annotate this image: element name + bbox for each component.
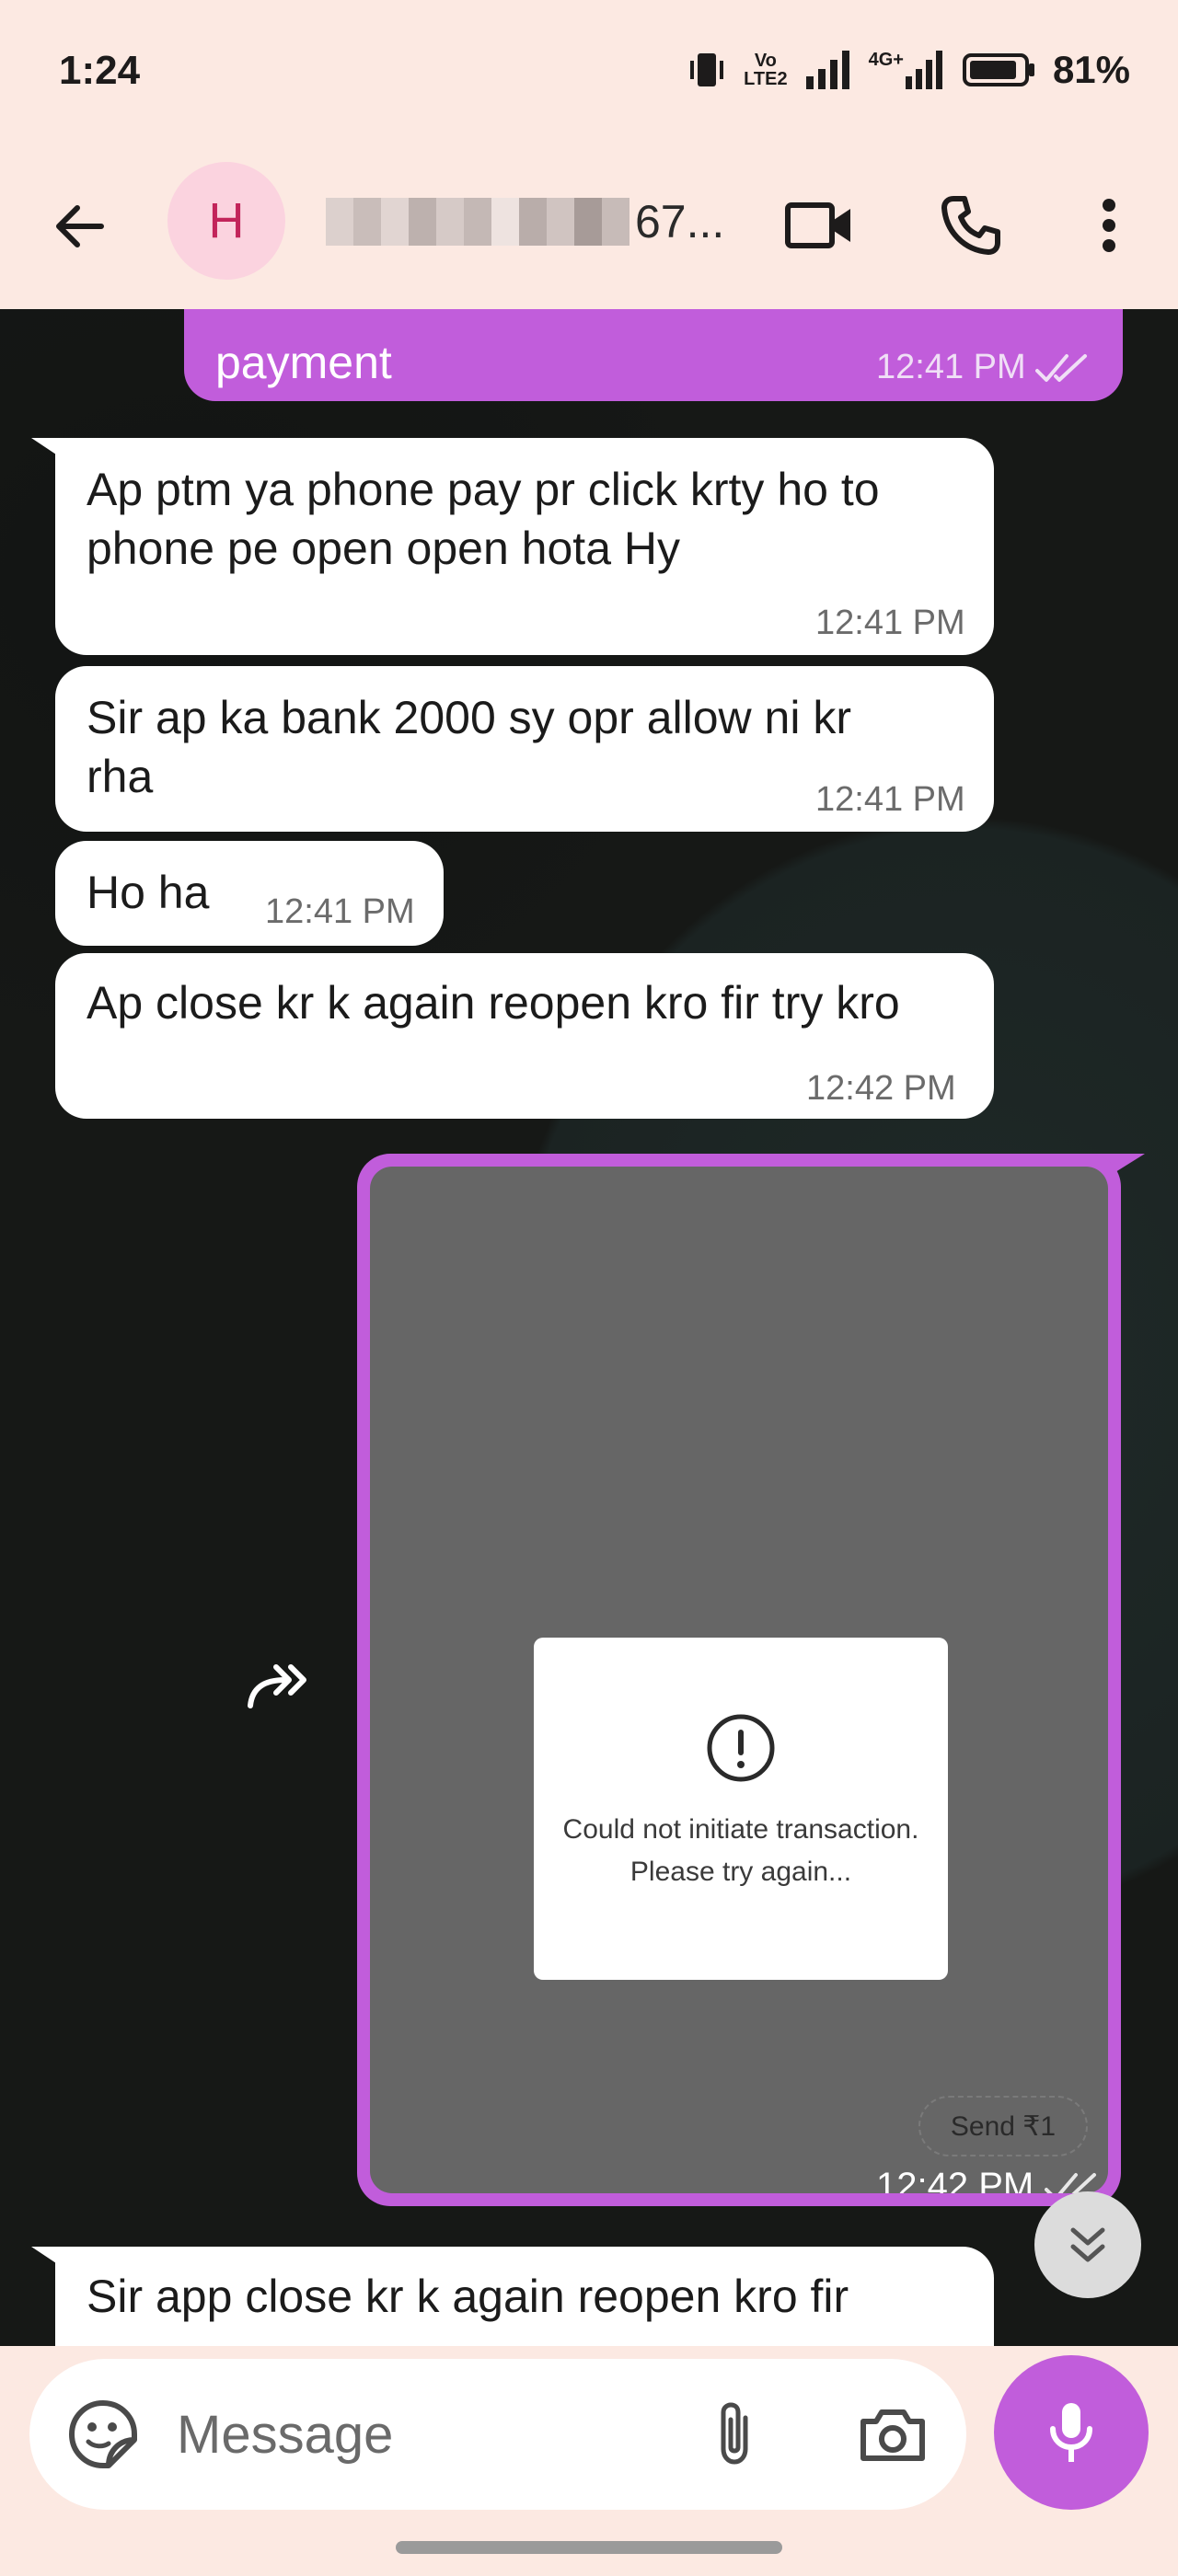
message-time: 12:42 PM: [876, 2166, 1098, 2193]
message-bubble-incoming[interactable]: Sir app close kr k again reopen kro fir: [55, 2247, 994, 2346]
paperclip-icon: [721, 2402, 748, 2465]
message-time: 12:42 PM: [806, 1069, 956, 1108]
sticker-icon: [69, 2400, 137, 2468]
battery-percent: 81%: [1052, 48, 1130, 91]
message-text: Sir ap ka bank 2000 sy opr allow ni kr r…: [87, 692, 851, 802]
network-type-label: 4G+: [868, 50, 904, 70]
voice-record-button[interactable]: [994, 2355, 1149, 2510]
more-vert-icon: [1103, 199, 1115, 252]
message-bubble-outgoing[interactable]: payment 12:41 PM: [184, 309, 1123, 401]
message-time-label: 12:42 PM: [876, 2166, 1034, 2193]
status-time: 1:24: [59, 48, 141, 93]
message-input[interactable]: [177, 2396, 692, 2473]
message-text: Sir app close kr k again reopen kro fir: [87, 2271, 849, 2322]
message-text: Ap ptm ya phone pay pr click krty ho to …: [87, 464, 880, 574]
arrow-back-icon: [56, 205, 104, 247]
message-text: payment: [215, 337, 392, 388]
read-receipt-icon: [1034, 353, 1087, 382]
camera-icon: [860, 2409, 925, 2461]
contact-avatar[interactable]: H: [167, 162, 285, 280]
message-text: Ho ha: [87, 867, 210, 918]
avatar-letter: H: [208, 193, 245, 248]
camera-button[interactable]: [849, 2394, 937, 2475]
more-options-button[interactable]: [1068, 184, 1150, 267]
scroll-to-bottom-button[interactable]: [1034, 2191, 1141, 2298]
volte-top-label: Vo: [754, 51, 777, 71]
image-message[interactable]: Could not initiate transaction. Please t…: [357, 1154, 1121, 2206]
message-text: Ap close kr k again reopen kro fir try k…: [87, 977, 900, 1029]
forward-button[interactable]: [241, 1647, 318, 1724]
message-time: 12:41 PM: [815, 604, 965, 642]
video-camera-icon: [785, 202, 850, 248]
message-list[interactable]: payment 12:41 PM Ap ptm ya phone pay pr …: [0, 309, 1178, 2346]
redacted-name-blur: [326, 198, 629, 246]
message-time-label: 12:41 PM: [876, 348, 1026, 386]
network-indicator: 4G+: [869, 51, 946, 89]
back-button[interactable]: [40, 188, 118, 265]
status-bar: 1:24 Vo LTE2 4G+ 81%: [0, 0, 1178, 147]
signal-icon: [805, 51, 849, 89]
error-dialog: Could not initiate transaction. Please t…: [534, 1638, 948, 1980]
status-icons: Vo LTE2 4G+ 81%: [687, 48, 1130, 92]
message-composer[interactable]: [29, 2359, 966, 2510]
message-time: 12:41 PM: [815, 780, 965, 819]
forward-icon: [248, 1664, 306, 1708]
signal-2-icon: [905, 51, 942, 89]
voice-call-button[interactable]: [930, 184, 1012, 267]
sticker-button[interactable]: [63, 2394, 144, 2475]
volte-bottom-label: LTE2: [744, 69, 788, 89]
double-chevron-down-icon: [1070, 2227, 1105, 2262]
message-bubble-incoming[interactable]: Ap close kr k again reopen kro fir try k…: [55, 953, 994, 1119]
message-bubble-incoming[interactable]: Sir ap ka bank 2000 sy opr allow ni kr r…: [55, 666, 994, 832]
read-receipt-icon: [1045, 2172, 1097, 2193]
battery-icon: [962, 53, 1034, 86]
vibrate-icon: [690, 53, 724, 86]
message-bubble-incoming[interactable]: Ap ptm ya phone pay pr click krty ho to …: [55, 438, 994, 655]
phone-icon: [941, 196, 1000, 255]
screenshot-image[interactable]: Could not initiate transaction. Please t…: [370, 1167, 1108, 2193]
conversation-header: H 67...: [0, 147, 1178, 309]
message-bubble-incoming[interactable]: Ho ha 12:41 PM: [55, 841, 444, 946]
send-amount-chip: Send ₹1: [918, 2096, 1088, 2156]
error-dialog-text: Could not initiate transaction. Please t…: [562, 1814, 919, 1887]
message-time: 12:41 PM: [876, 348, 1089, 387]
message-time: 12:41 PM: [265, 892, 415, 931]
attach-button[interactable]: [694, 2394, 775, 2475]
contact-name[interactable]: 67...: [326, 190, 731, 254]
contact-name-suffix: 67...: [635, 196, 725, 247]
error-icon: [707, 1714, 775, 1782]
microphone-icon: [1050, 2403, 1092, 2462]
volte-indicator: Vo LTE2: [744, 52, 787, 88]
video-call-button[interactable]: [778, 184, 860, 267]
composer-bar: [0, 2346, 1178, 2576]
home-indicator[interactable]: [396, 2541, 782, 2554]
